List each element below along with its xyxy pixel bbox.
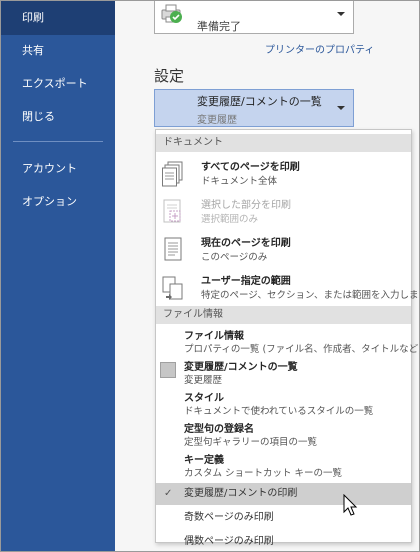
checkmark-icon: ✓ xyxy=(164,488,173,499)
option-subtitle: カスタム ショートカット キーの一覧 xyxy=(184,468,343,479)
option-title: ファイル情報 xyxy=(184,331,244,342)
printer-select[interactable]: 準備完了 xyxy=(154,1,354,34)
option-title: すべてのページを印刷 xyxy=(201,162,300,173)
printer-status: 準備完了 xyxy=(197,20,241,33)
option-title: スタイル xyxy=(184,393,224,404)
option-subtitle: 特定のページ、セクション、または範囲を入力します xyxy=(201,290,420,301)
option-print-selection: 選択した部分を印刷 選択範囲のみ xyxy=(156,196,411,228)
current-page-icon xyxy=(164,237,182,261)
sidebar-item-print[interactable]: 印刷 xyxy=(1,1,115,35)
option-odd-pages[interactable]: 奇数ページのみ印刷 xyxy=(156,507,411,529)
option-title: キー定義 xyxy=(184,455,224,466)
option-file-info[interactable]: ファイル情報 プロパティの一覧 (ファイル名、作成者、タイトルなど) xyxy=(156,327,419,357)
option-subtitle: このページのみ xyxy=(201,252,268,263)
backstage-sidebar: 印刷 共有 エクスポート 閉じる アカウント オプション xyxy=(1,1,115,551)
option-title: 定型句の登録名 xyxy=(184,424,254,435)
selection-page-icon xyxy=(163,199,181,223)
sidebar-item-close[interactable]: 閉じる xyxy=(1,100,115,134)
option-title: ユーザー指定の範囲 xyxy=(201,276,291,287)
all-pages-icon xyxy=(162,161,183,187)
option-styles[interactable]: スタイル ドキュメントで使われているスタイルの一覧 xyxy=(156,389,411,419)
option-subtitle: 変更履歴 xyxy=(184,375,223,386)
select-current-sub: 変更履歴 xyxy=(197,115,237,126)
option-subtitle: ドキュメントで使われているスタイルの一覧 xyxy=(184,406,374,417)
option-title: 現在のページを印刷 xyxy=(201,238,291,249)
option-label: 変更履歴/コメントの印刷 xyxy=(184,488,298,499)
option-autotext[interactable]: 定型句の登録名 定型句ギャラリーの項目の一覧 xyxy=(156,420,411,450)
option-key-assignments[interactable]: キー定義 カスタム ショートカット キーの一覧 xyxy=(156,451,411,481)
option-print-current-page[interactable]: 現在のページを印刷 このページのみ xyxy=(156,234,411,266)
option-subtitle: ドキュメント全体 xyxy=(201,176,278,187)
option-print-all-pages[interactable]: すべてのページを印刷 ドキュメント全体 xyxy=(156,158,411,190)
settings-heading: 設定 xyxy=(154,67,185,85)
mouse-cursor-icon xyxy=(343,494,358,516)
option-subtitle: 選択範囲のみ xyxy=(201,214,259,225)
section-header-document: ドキュメント xyxy=(156,134,411,152)
sidebar-item-export[interactable]: エクスポート xyxy=(1,67,115,101)
printer-ready-icon xyxy=(161,4,182,23)
sidebar-item-account[interactable]: アカウント xyxy=(1,152,115,186)
option-label: 偶数ページのみ印刷 xyxy=(184,536,274,547)
select-current-value: 変更履歴/コメントの一覧 xyxy=(197,95,322,108)
printer-properties-link[interactable]: プリンターのプロパティ xyxy=(265,41,374,56)
option-markup-list[interactable]: 変更履歴/コメントの一覧 変更履歴 xyxy=(156,358,411,388)
option-title: 選択した部分を印刷 xyxy=(201,200,291,211)
backstage-window: 印刷 共有 エクスポート 閉じる アカウント オプション 準備完了 プリンターの… xyxy=(0,0,420,552)
option-print-markup[interactable]: ✓ 変更履歴/コメントの印刷 xyxy=(156,483,411,505)
select-dropdown-arrow-icon xyxy=(337,106,345,110)
option-even-pages[interactable]: 偶数ページのみ印刷 xyxy=(156,531,411,551)
section-header-file-info: ファイル情報 xyxy=(156,306,411,324)
option-subtitle: プロパティの一覧 (ファイル名、作成者、タイトルなど) xyxy=(184,344,420,355)
selected-indicator-icon xyxy=(160,362,176,378)
option-subtitle: 定型句ギャラリーの項目の一覧 xyxy=(184,437,318,448)
custom-range-icon xyxy=(162,276,183,300)
sidebar-item-options[interactable]: オプション xyxy=(1,185,115,219)
option-label: 奇数ページのみ印刷 xyxy=(184,512,274,523)
option-title: 変更履歴/コメントの一覧 xyxy=(184,362,298,373)
printer-dropdown-arrow-icon xyxy=(337,12,345,16)
print-what-select[interactable]: 変更履歴/コメントの一覧 変更履歴 xyxy=(154,89,354,127)
option-custom-range[interactable]: ユーザー指定の範囲 特定のページ、セクション、または範囲を入力します xyxy=(156,272,419,304)
sidebar-divider xyxy=(13,141,103,142)
sidebar-item-share[interactable]: 共有 xyxy=(1,34,115,68)
print-what-dropdown: ドキュメント すべてのページを印刷 ドキュメント全体 選択した部分を印刷 選択範… xyxy=(155,129,419,547)
